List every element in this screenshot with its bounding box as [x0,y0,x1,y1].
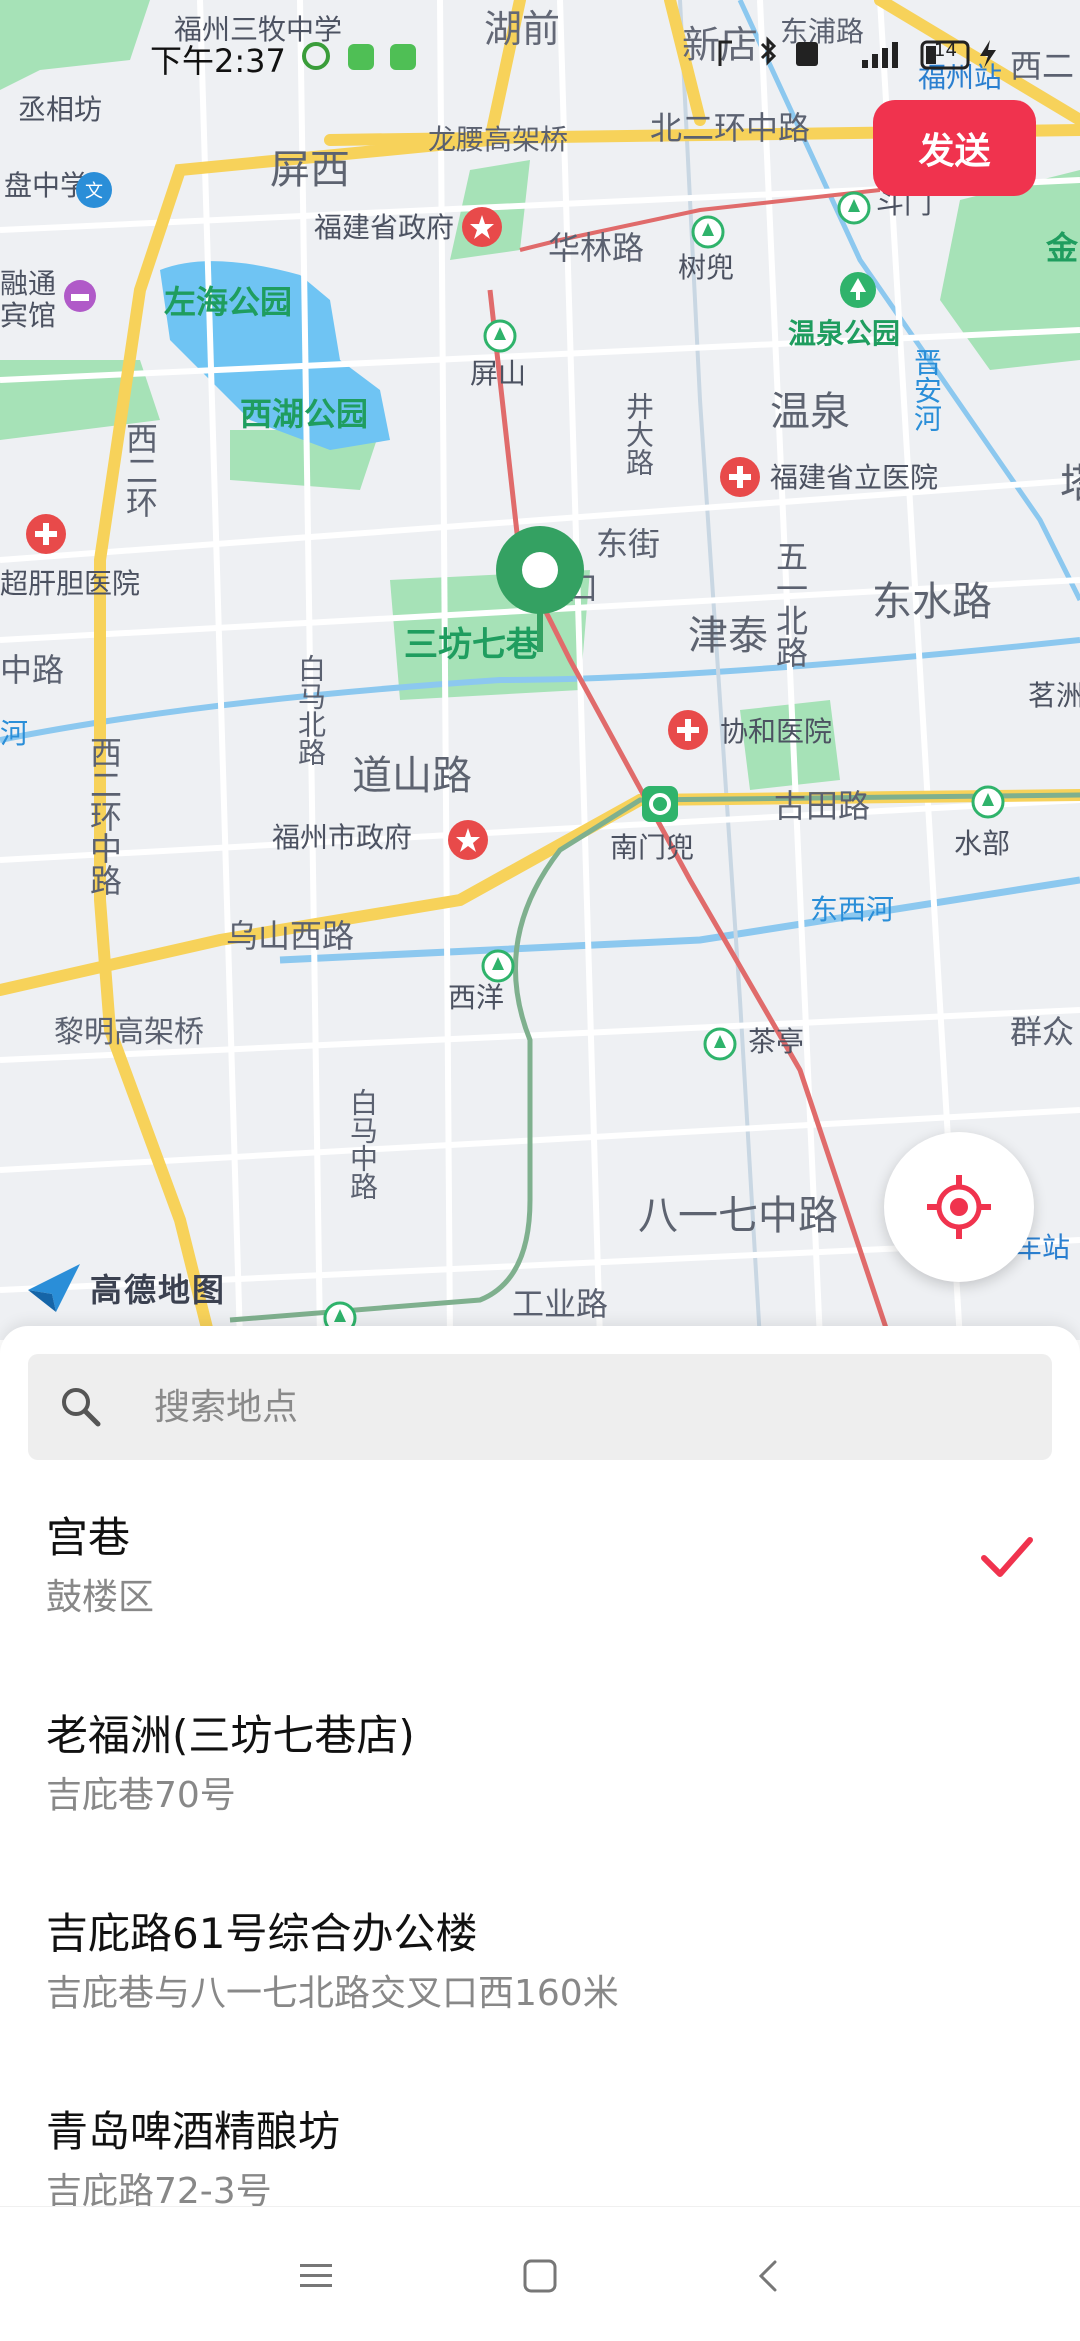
search-input[interactable] [154,1354,1014,1460]
send-button[interactable]: 发送 [873,100,1036,196]
amap-logo: 高德地图 [26,1262,226,1314]
map-label: 晋安河 [910,348,943,432]
map-label: 白马中路 [346,1088,379,1200]
check-icon [981,1537,1033,1577]
map-label: 井大路 [622,392,655,476]
search-icon [62,1388,101,1427]
map-label: 协和医院 [720,715,833,748]
status-bar: 下午2:37 14 [0,0,1080,110]
map-label: 温泉 [770,389,850,435]
map-label: 西二环中路 [85,736,123,896]
result-address: 吉庇巷与八一七北路交叉口西160米 [46,1973,619,2014]
map-label: 屏西 [270,147,350,193]
map-label: 黎明高架桥 [54,1015,204,1050]
result-item-4[interactable]: 青岛啤酒精酿坊 吉庇路72-3号 [0,2098,1080,2206]
map-label: 西湖公园 [240,395,369,433]
map-label: 树兜 [678,251,735,284]
back-button[interactable] [738,2251,798,2301]
park-tree-icon [840,272,876,308]
metro-station-icon [703,1027,737,1061]
map-label: 八一七中路 [638,1193,838,1239]
map-label: 华林路 [548,229,645,267]
svg-text:文: 文 [85,181,103,202]
government-star-icon[interactable] [460,205,504,249]
map-label: 水部 [954,827,1011,860]
map-label: 塔 [1060,464,1080,504]
map-view[interactable]: 福州三牧中学 湖前 新店 东浦路 福州站 西二 丞相坊 屏西 龙腰高架桥 北二环… [0,0,1080,1340]
map-label: 西二环 [121,422,159,518]
status-time: 下午2:37 [150,42,286,80]
notification-icons [302,42,416,70]
result-item-1[interactable]: 宫巷 鼓楼区 [0,1504,1080,1694]
metro-station-icon [691,215,725,249]
map-label: 屏山 [470,357,527,390]
result-name: 青岛啤酒精酿坊 [46,2107,341,2156]
metro-station-icon [971,785,1005,819]
map-label: 道山路 [352,753,472,799]
result-name: 吉庇路61号综合办公楼 [46,1909,478,1958]
map-label: 宾馆 [0,299,57,332]
map-label: 茗洲 [1028,679,1080,712]
map-label: 工业路 [512,1285,609,1323]
locate-target-icon [927,1175,991,1239]
map-label: 左海公园 [164,283,293,321]
map-label: 福建省立医院 [770,461,939,494]
result-address: 吉庇路72-3号 [46,2171,272,2206]
system-nav-bar [0,2206,1080,2341]
map-label: 金 [1046,229,1079,267]
amap-arrow-icon [28,1264,80,1312]
home-button[interactable] [510,2251,570,2301]
map-label: 龙腰高架桥 [428,123,569,156]
map-label: 福州市政府 [272,821,413,854]
map-label: 超肝胆医院 [0,567,141,600]
battery-level: 14 [934,40,957,61]
map-label: 中路 [0,651,65,689]
map-label: 茶亭 [748,1025,805,1058]
search-bar[interactable] [28,1354,1052,1460]
result-name: 老福洲(三坊七巷店) [46,1711,415,1760]
map-label: 温泉公园 [788,317,901,350]
amap-logo-text: 高德地图 [90,1271,227,1309]
map-label: 津泰 [688,613,768,659]
system-status-icons [718,36,996,70]
back-icon [758,2260,777,2292]
map-label: 河 [0,717,29,750]
map-label: 东街 [596,525,661,563]
locate-button[interactable] [884,1132,1034,1282]
hospital-icon[interactable] [24,512,68,556]
map-label: 古田路 [774,787,871,825]
map-label: 五一北路 [771,540,809,668]
map-label: 东西河 [810,893,895,926]
metro-station-icon [481,949,515,983]
menu-icon [300,2264,332,2287]
result-name: 宫巷 [46,1513,131,1562]
metro-station-icon [837,191,871,225]
place-picker-sheet: 宫巷 鼓楼区 老福洲(三坊七巷店) 吉庇巷70号 吉庇路61号综合办公楼 吉庇巷… [0,1326,1080,2206]
result-address: 鼓楼区 [46,1577,155,1618]
result-item-2[interactable]: 老福洲(三坊七巷店) 吉庇巷70号 [0,1702,1080,1892]
map-label: 乌山西路 [226,917,355,955]
map-label: 福建省政府 [314,211,455,244]
hotel-icon [64,280,96,312]
metro-transfer-icon [642,786,678,822]
map-label: 西洋 [448,981,505,1014]
map-label: 白马北路 [294,654,327,766]
location-pin-icon[interactable] [494,524,586,654]
hospital-icon[interactable] [718,455,762,499]
metro-station-icon [483,319,517,353]
school-icon: 文 [76,172,112,208]
map-label: 南门兜 [610,831,695,864]
home-icon [523,2259,557,2293]
result-item-3[interactable]: 吉庇路61号综合办公楼 吉庇巷与八一七北路交叉口西160米 [0,1900,1080,2090]
map-label: 北二环中路 [650,109,811,147]
government-star-icon[interactable] [446,818,490,862]
hospital-icon[interactable] [666,708,710,752]
menu-button[interactable] [286,2251,346,2301]
result-address: 吉庇巷70号 [46,1775,236,1816]
map-label: 融通 [0,267,57,300]
map-label: 群众 [1010,1013,1075,1051]
map-label: 东水路 [872,579,992,625]
